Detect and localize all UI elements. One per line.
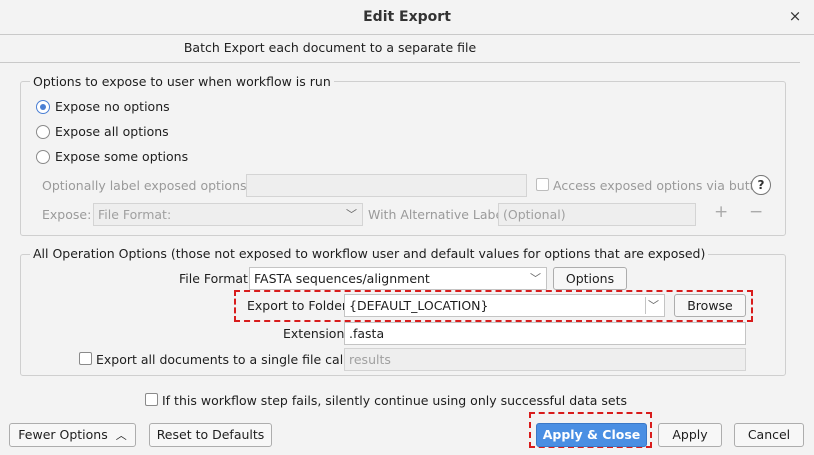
radio-label-some-options: Expose some options: [55, 149, 189, 164]
single-file-checkbox[interactable]: [79, 352, 92, 365]
chevron-down-icon: ﹀: [530, 272, 541, 285]
add-icon[interactable]: +: [714, 202, 728, 222]
extension-label: Extension:: [283, 326, 349, 341]
dialog-title: Edit Export: [363, 9, 451, 25]
chevron-down-icon: ﹀: [648, 299, 659, 312]
expose-select-value: File Format:: [98, 207, 172, 222]
radio-label-no-options: Expose no options: [55, 99, 170, 114]
single-file-name-input[interactable]: results: [344, 348, 746, 371]
file-format-value: FASTA sequences/alignment: [254, 271, 430, 286]
continue-on-fail-label: If this workflow step fails, silently co…: [162, 393, 627, 408]
combo-separator: [645, 297, 646, 314]
apply-close-button[interactable]: Apply & Close: [536, 423, 647, 447]
cancel-button[interactable]: Cancel: [734, 423, 804, 447]
subtitle-divider: [0, 62, 800, 63]
expose-label: Expose:: [42, 207, 92, 222]
fewer-options-button[interactable]: Fewer Options ︿: [9, 423, 136, 447]
file-format-label: File Format:: [179, 271, 253, 286]
fewer-options-label: Fewer Options: [18, 427, 108, 442]
radio-label-all-options: Expose all options: [55, 124, 169, 139]
remove-icon[interactable]: −: [749, 202, 763, 222]
radio-expose-no-options[interactable]: [36, 100, 50, 114]
radio-expose-some-options[interactable]: [36, 150, 50, 164]
reset-defaults-button[interactable]: Reset to Defaults: [149, 423, 272, 447]
close-icon[interactable]: ×: [785, 6, 805, 26]
apply-button[interactable]: Apply: [658, 423, 722, 447]
file-format-select[interactable]: FASTA sequences/alignment ﹀: [249, 267, 547, 290]
help-icon[interactable]: ?: [751, 175, 771, 195]
radio-expose-all-options[interactable]: [36, 125, 50, 139]
extension-input[interactable]: .fasta: [344, 322, 746, 345]
browse-button[interactable]: Browse: [674, 294, 746, 317]
export-subtitle: Batch Export each document to a separate…: [183, 40, 477, 55]
alt-label-prompt: With Alternative Label:: [368, 207, 511, 222]
label-exposed-prompt: Optionally label exposed options as:: [42, 178, 269, 193]
chevron-down-icon: ﹀: [346, 208, 357, 221]
title-divider: [0, 34, 814, 35]
access-via-button-label: Access exposed options via button: [553, 178, 771, 193]
chevron-up-icon: ︿: [115, 429, 127, 442]
options-button[interactable]: Options: [553, 267, 627, 290]
expose-select[interactable]: File Format: ﹀: [93, 203, 363, 226]
operation-options-legend: All Operation Options (those not exposed…: [30, 246, 709, 261]
expose-options-legend: Options to expose to user when workflow …: [30, 74, 334, 89]
export-folder-value: {DEFAULT_LOCATION}: [349, 298, 489, 313]
export-folder-label: Export to Folder:: [247, 298, 352, 313]
single-file-label: Export all documents to a single file ca…: [96, 352, 367, 367]
access-via-button-checkbox[interactable]: [536, 178, 549, 191]
continue-on-fail-checkbox[interactable]: [145, 393, 158, 406]
export-folder-combo[interactable]: {DEFAULT_LOCATION} ﹀: [344, 294, 665, 317]
exposed-label-input[interactable]: [246, 174, 527, 197]
alt-label-input[interactable]: (Optional): [498, 203, 696, 226]
